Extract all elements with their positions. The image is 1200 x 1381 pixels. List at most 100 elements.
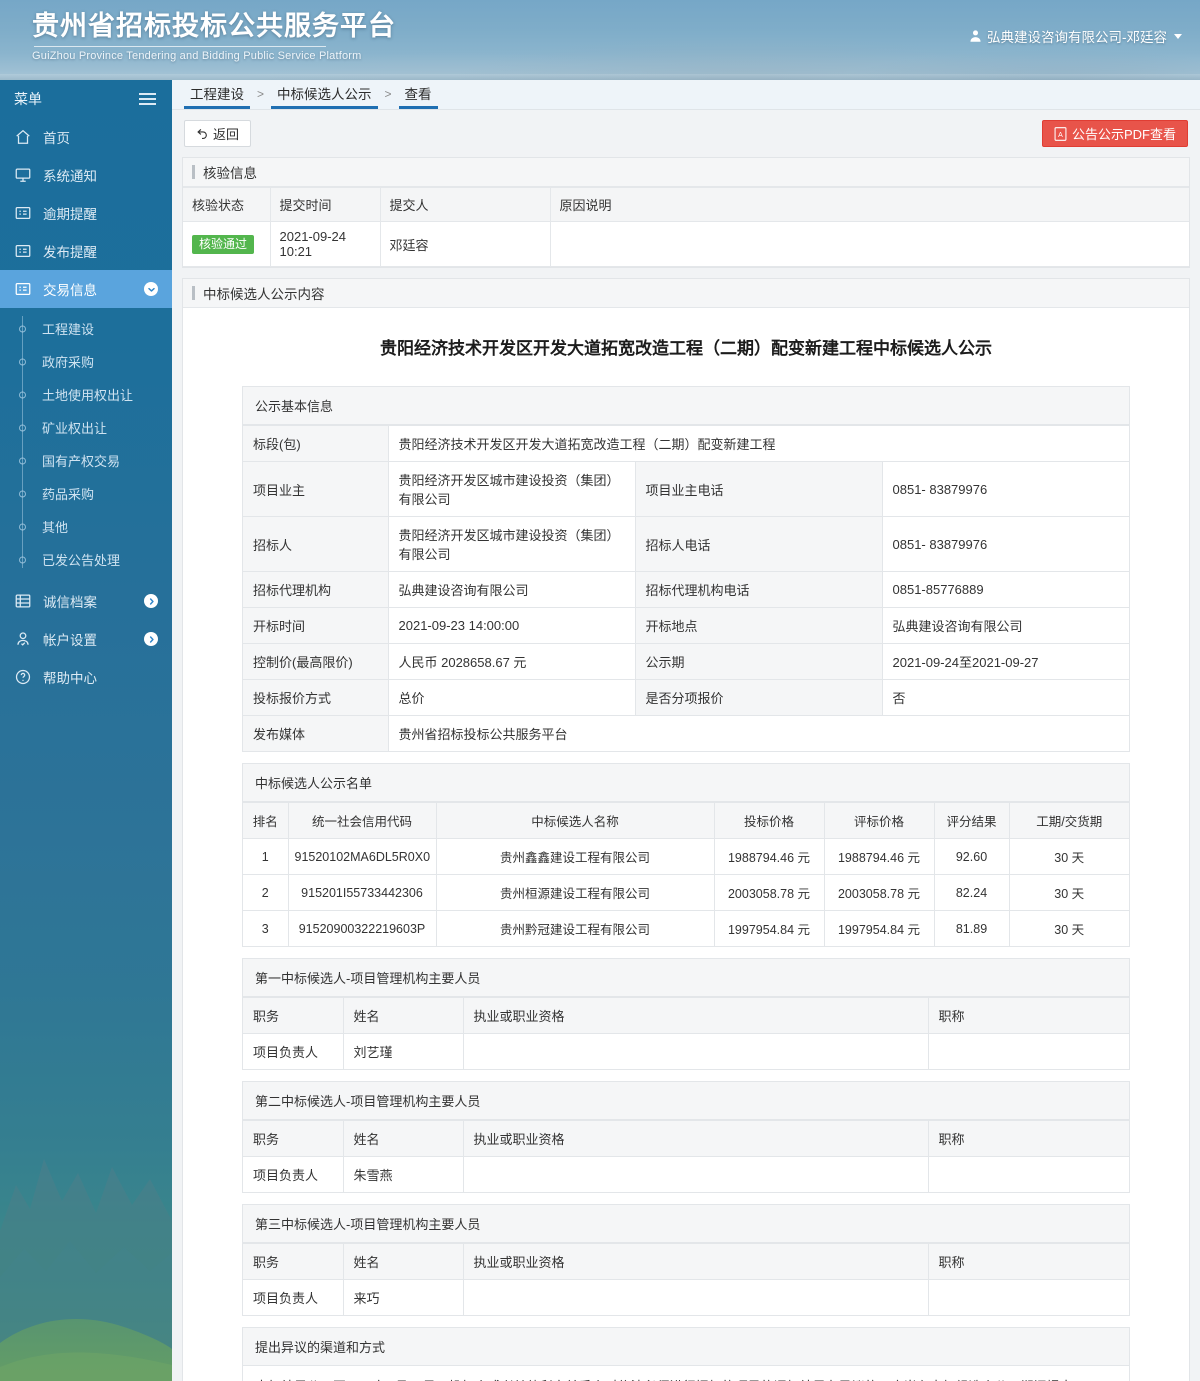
table-row: 1 91520102MA6DL5R0X0 贵州鑫鑫建设工程有限公司 198879… [243,838,1129,875]
breadcrumb-item-candidate-announcement[interactable]: 中标候选人公示 [271,79,378,109]
sidebar-item-label: 交易信息 [43,283,97,298]
brand-title-en: GuiZhou Province Tendering and Bidding P… [32,50,362,62]
breadcrumb-item-view[interactable]: 查看 [398,79,438,109]
column-header-rank: 排名 [243,802,289,839]
candidate-list-section-title: 中标候选人公示名单 [243,764,1129,802]
label-open-time: 开标时间 [243,607,389,644]
brand-title-cn: 贵州省招标投标公共服务平台 [32,11,396,42]
column-header-title: 职称 [927,1120,1129,1157]
column-header-submit-time: 提交时间 [270,187,381,222]
sidebar-item-transaction-info[interactable]: 交易信息 [0,270,172,308]
sidebar-subitem-engineering[interactable]: 工程建设 [0,312,172,345]
cell-title [927,1279,1129,1315]
cell-credit-code: 915201I55733442306 [287,874,437,911]
sidebar-subitem-mining-rights[interactable]: 矿业权出让 [0,411,172,444]
sidebar-item-label: 系统通知 [43,169,97,184]
column-header-submitter: 提交人 [380,187,551,222]
value-publicity-period: 2021-09-24至2021-09-27 [881,643,1129,680]
cell-bid-price: 1997954.84 元 [713,910,825,946]
user-menu[interactable]: 弘典建设咨询有限公司-邓廷容 [969,26,1182,46]
chevron-down-icon [1174,33,1182,39]
pdf-label: 公告公示PDF查看 [1071,127,1176,142]
announcement-panel-title: 中标候选人公示内容 [183,279,1189,308]
sidebar: 菜单 首页 系统通知 逾期提醒 发布提醒 交易信息 工程建设 政府采购 土地使用… [0,80,172,1381]
label-tenderer: 招标人 [243,516,389,572]
label-open-place: 开标地点 [634,607,883,644]
breadcrumb-label: 工程建设 [190,86,244,102]
column-header-name: 姓名 [342,1120,464,1157]
sidebar-subitem-other[interactable]: 其他 [0,510,172,543]
table-header-row: 职务 姓名 执业或职业资格 职称 [243,997,1129,1034]
cell-eval-price: 1988794.46 元 [823,838,935,875]
question-circle-icon [15,669,31,685]
cell-submit-time: 2021-09-24 10:21 [270,221,381,267]
column-header-qualification: 执业或职业资格 [462,997,929,1034]
cell-reason [550,221,1189,267]
panel-title-text: 中标候选人公示内容 [203,287,325,302]
cell-position: 项目负责人 [243,1033,344,1069]
table-header-row: 排名 统一社会信用代码 中标候选人名称 投标价格 评标价格 评分结果 工期/交货… [243,802,1129,839]
sidebar-item-system-notice[interactable]: 系统通知 [0,156,172,194]
table-row: 核验通过 2021-09-24 10:21 邓廷容 [183,221,1189,267]
pdf-view-button[interactable]: A 公告公示PDF查看 [1041,120,1188,147]
hamburger-icon[interactable] [139,93,156,105]
submenu-label: 国有产权交易 [42,454,121,469]
cell-eval-price: 2003058.78 元 [823,874,935,911]
sidebar-item-label: 诚信档案 [43,595,97,610]
cell-credit-code: 91520102MA6DL5R0X0 [287,838,437,875]
brand-divider [34,46,326,47]
cell-qualification [462,1279,929,1315]
value-itemized-quote: 否 [881,679,1129,716]
sidebar-item-label: 逾期提醒 [43,207,97,222]
undo-arrow-icon [197,129,207,140]
breadcrumb-item-engineering[interactable]: 工程建设 [184,79,250,109]
sidebar-subitem-drug-procurement[interactable]: 药品采购 [0,477,172,510]
cell-candidate-name: 贵州黔冠建设工程有限公司 [435,910,715,946]
sidebar-item-label: 发布提醒 [43,245,97,260]
main-content: 工程建设 > 中标候选人公示 > 查看 返回 A 公告公示PDF查看 核验信息 [172,80,1200,1381]
sidebar-item-publish-reminder[interactable]: 发布提醒 [0,232,172,270]
breadcrumb: 工程建设 > 中标候选人公示 > 查看 [172,80,1200,110]
cell-bid-price: 1988794.46 元 [713,838,825,875]
sidebar-item-home[interactable]: 首页 [0,118,172,156]
sidebar-subitem-state-property[interactable]: 国有产权交易 [0,444,172,477]
chevron-right-icon[interactable] [144,632,158,646]
label-owner-phone: 项目业主电话 [634,461,883,517]
value-owner-phone: 0851- 83879976 [881,461,1129,517]
sidebar-item-overdue-reminder[interactable]: 逾期提醒 [0,194,172,232]
label-control-price: 控制价(最高限价) [243,643,389,680]
sidebar-item-credit-archive[interactable]: 诚信档案 [0,582,172,620]
sidebar-submenu: 工程建设 政府采购 土地使用权出让 矿业权出让 国有产权交易 药品采购 其他 已… [0,308,172,582]
cell-duration: 30 天 [1008,874,1129,911]
submenu-label: 药品采购 [42,487,95,502]
cell-candidate-name: 贵州鑫鑫建设工程有限公司 [435,838,715,875]
sidebar-item-help-center[interactable]: 帮助中心 [0,658,172,696]
submenu-label: 土地使用权出让 [42,388,134,403]
cell-status: 核验通过 [183,221,271,267]
label-itemized-quote: 是否分项报价 [634,679,883,716]
table-row: 开标时间 2021-09-23 14:00:00 开标地点 弘典建设咨询有限公司 [243,607,1129,644]
column-header-title: 职称 [927,997,1129,1034]
svg-text:A: A [1058,131,1063,138]
user-icon [970,30,981,42]
sidebar-subitem-published-announcements[interactable]: 已发公告处理 [0,543,172,576]
table-row: 项目负责人 来巧 [243,1279,1129,1315]
cell-rank: 1 [243,838,289,875]
basic-info-table: 标段(包) 贵阳经济技术开发区开发大道拓宽改造工程（二期）配变新建工程 项目业主… [243,425,1129,751]
column-header-name: 姓名 [342,997,464,1034]
label-lot: 标段(包) [243,425,389,462]
user-settings-icon [17,632,29,646]
sidebar-item-label: 首页 [43,131,70,146]
chevron-right-icon[interactable] [144,594,158,608]
sidebar-item-account-settings[interactable]: 帐户设置 [0,620,172,658]
sidebar-header: 菜单 [0,80,172,118]
title-accent-bar [192,286,195,300]
sidebar-subitem-land-use-rights[interactable]: 土地使用权出让 [0,378,172,411]
cell-rank: 3 [243,910,289,946]
sidebar-subitem-government-procurement[interactable]: 政府采购 [0,345,172,378]
back-button[interactable]: 返回 [184,120,252,147]
submenu-label: 工程建设 [42,322,95,337]
table-row: 3 91520900322219603P 贵州黔冠建设工程有限公司 199795… [243,910,1129,946]
cell-score: 92.60 [933,838,1010,875]
chevron-down-icon[interactable] [144,282,158,296]
